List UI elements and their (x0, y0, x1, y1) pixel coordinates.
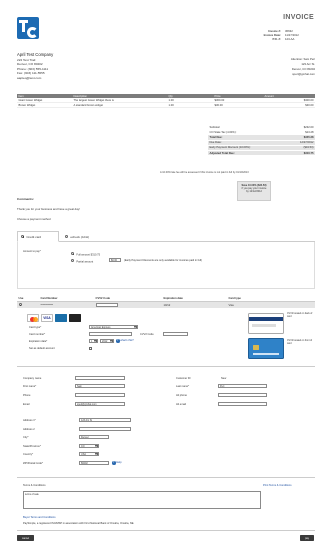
cvv-front-note: CVV2 located on front of card (287, 340, 313, 345)
address1-label: Address 1* (23, 419, 36, 422)
customer-id-value: New (221, 377, 227, 380)
state-label: State/Province* (23, 445, 41, 448)
terms-heading: Terms & Conditions (23, 484, 46, 487)
card-back-image (248, 313, 284, 334)
terms-textarea[interactable]: terms of sale (23, 491, 261, 509)
partial-amount-option[interactable]: Partial amount (71, 259, 93, 263)
choose-payment-label: Choose a payment method (17, 217, 51, 221)
company-name-label: Company name (23, 377, 42, 380)
company-address: 222 Test Trail Denver, CO 80202 Phone: (… (17, 58, 49, 80)
payment-tabs: Credit card echeck (ACH) (17, 231, 315, 242)
partial-amount-input[interactable]: $0.00 (109, 258, 121, 263)
zip-input[interactable]: 80202 (79, 461, 109, 466)
expiration-label: Expiration date* (29, 340, 48, 343)
company-logo (17, 17, 39, 39)
zip-label: ZIP/Postal Code* (23, 462, 43, 465)
items-table: Item Description Qty Price Amount Giant … (17, 94, 315, 109)
echeck-radio[interactable] (65, 234, 69, 239)
help-icon[interactable]: ? (116, 339, 120, 343)
exp-year-select[interactable]: 2012 (100, 339, 114, 344)
card-number-input[interactable] (89, 332, 132, 337)
phone-label: Phone (23, 394, 31, 397)
whats-this-link[interactable]: ? what's this? (116, 339, 134, 343)
tab-credit-card[interactable]: Credit card (17, 231, 59, 242)
cancel-button[interactable]: cancel (17, 535, 34, 541)
last-name-label: Last name* (176, 385, 190, 388)
first-name-label: First name* (23, 385, 37, 388)
card-front-image (248, 338, 284, 359)
partial-note: (Early Payment Discounts are only availa… (124, 259, 202, 262)
amount-label: Amount to pay* (23, 250, 41, 253)
address1-input[interactable]: 123 Arc St (79, 418, 131, 423)
comments-heading: Comments: (17, 197, 35, 201)
alt-phone-label: Alt phone (176, 394, 187, 397)
table-row: Brown Widget A standard brown widget 1.00… (17, 102, 315, 109)
phone-input[interactable] (75, 393, 125, 398)
credit-radio[interactable] (21, 234, 25, 239)
amex-icon (55, 314, 67, 322)
default-account-label: Set as default account (29, 347, 55, 350)
comments-text: Thank you for your business and have a g… (17, 207, 80, 211)
pay-button[interactable]: pay (300, 535, 314, 541)
email-label: Email (23, 403, 30, 406)
company-name: April Test Company (17, 52, 54, 57)
cvv-code-input[interactable] (163, 332, 188, 337)
city-input[interactable]: Denver (79, 435, 109, 440)
help-link[interactable]: ? Help (112, 461, 122, 465)
full-amount-radio[interactable] (71, 252, 75, 256)
exp-month-select[interactable]: 1 (89, 339, 98, 344)
table-row[interactable]: ************ 10/12 Visa (17, 301, 315, 309)
cvv-label: CVV2 Code (140, 333, 154, 336)
first-name-input[interactable]: Sam (75, 384, 125, 389)
state-select[interactable]: CO (79, 444, 99, 449)
default-account-checkbox[interactable] (89, 347, 92, 350)
help-icon[interactable]: ? (112, 461, 116, 465)
card-type-select[interactable]: American Express (89, 325, 138, 330)
alt-phone-input[interactable] (218, 393, 267, 398)
card-type-label: Card type* (29, 326, 42, 329)
alt-email-input[interactable] (218, 402, 267, 407)
country-select[interactable]: USA (79, 452, 99, 457)
alt-email-label: Alt email (176, 403, 186, 406)
amount-panel (17, 242, 315, 289)
savings-box: Save 10.00% ($34.53) if you pay your inv… (237, 181, 271, 201)
use-card-radio[interactable] (18, 302, 22, 307)
totals-block: Subtotal: $232.00 CO State Tax (4.00%): $1… (208, 126, 315, 157)
tab-echeck[interactable]: echeck (ACH) (62, 231, 102, 242)
city-label: City* (23, 436, 29, 439)
visa-icon: VISA (41, 314, 53, 322)
customer-id-label: Customer ID (176, 377, 191, 380)
email-input[interactable]: speri@gmhat.com (75, 402, 125, 407)
country-label: Country* (23, 453, 34, 456)
paysimple-note: PaySimple, a registered ISO/MSP in assoc… (23, 522, 135, 525)
buyer-terms-link[interactable]: Buyer Terms and Conditions (23, 516, 56, 519)
late-fee-note: A 10.00% late fee will be assessed if th… (160, 171, 249, 174)
partial-amount-radio[interactable] (71, 259, 75, 263)
bill-to: Attention: Sam Peri 123 Arc St. Denver, … (290, 57, 315, 76)
address2-input[interactable] (79, 427, 131, 432)
address2-label: Address 2 (23, 428, 35, 431)
cvv-input[interactable] (95, 302, 118, 307)
last-name-input[interactable]: Peri (218, 384, 267, 389)
card-number-label: Card number* (29, 333, 46, 336)
company-name-input[interactable] (75, 376, 125, 381)
invoice-fields: Invoice #: 36632 Invoice Date: 11/27/2012 … (263, 29, 299, 42)
saved-cards-table: Use Card Number CVV2 Code Expiration dat… (17, 296, 315, 309)
mastercard-icon (27, 314, 39, 322)
invoice-title: INVOICE (283, 14, 314, 21)
full-amount-option[interactable]: Full amount $310.75 (71, 252, 100, 256)
print-terms-link[interactable]: Print Terms & Conditions (263, 484, 292, 487)
discover-icon (69, 314, 81, 322)
cvv-back-note: CVV2 located on back of card (287, 313, 313, 318)
